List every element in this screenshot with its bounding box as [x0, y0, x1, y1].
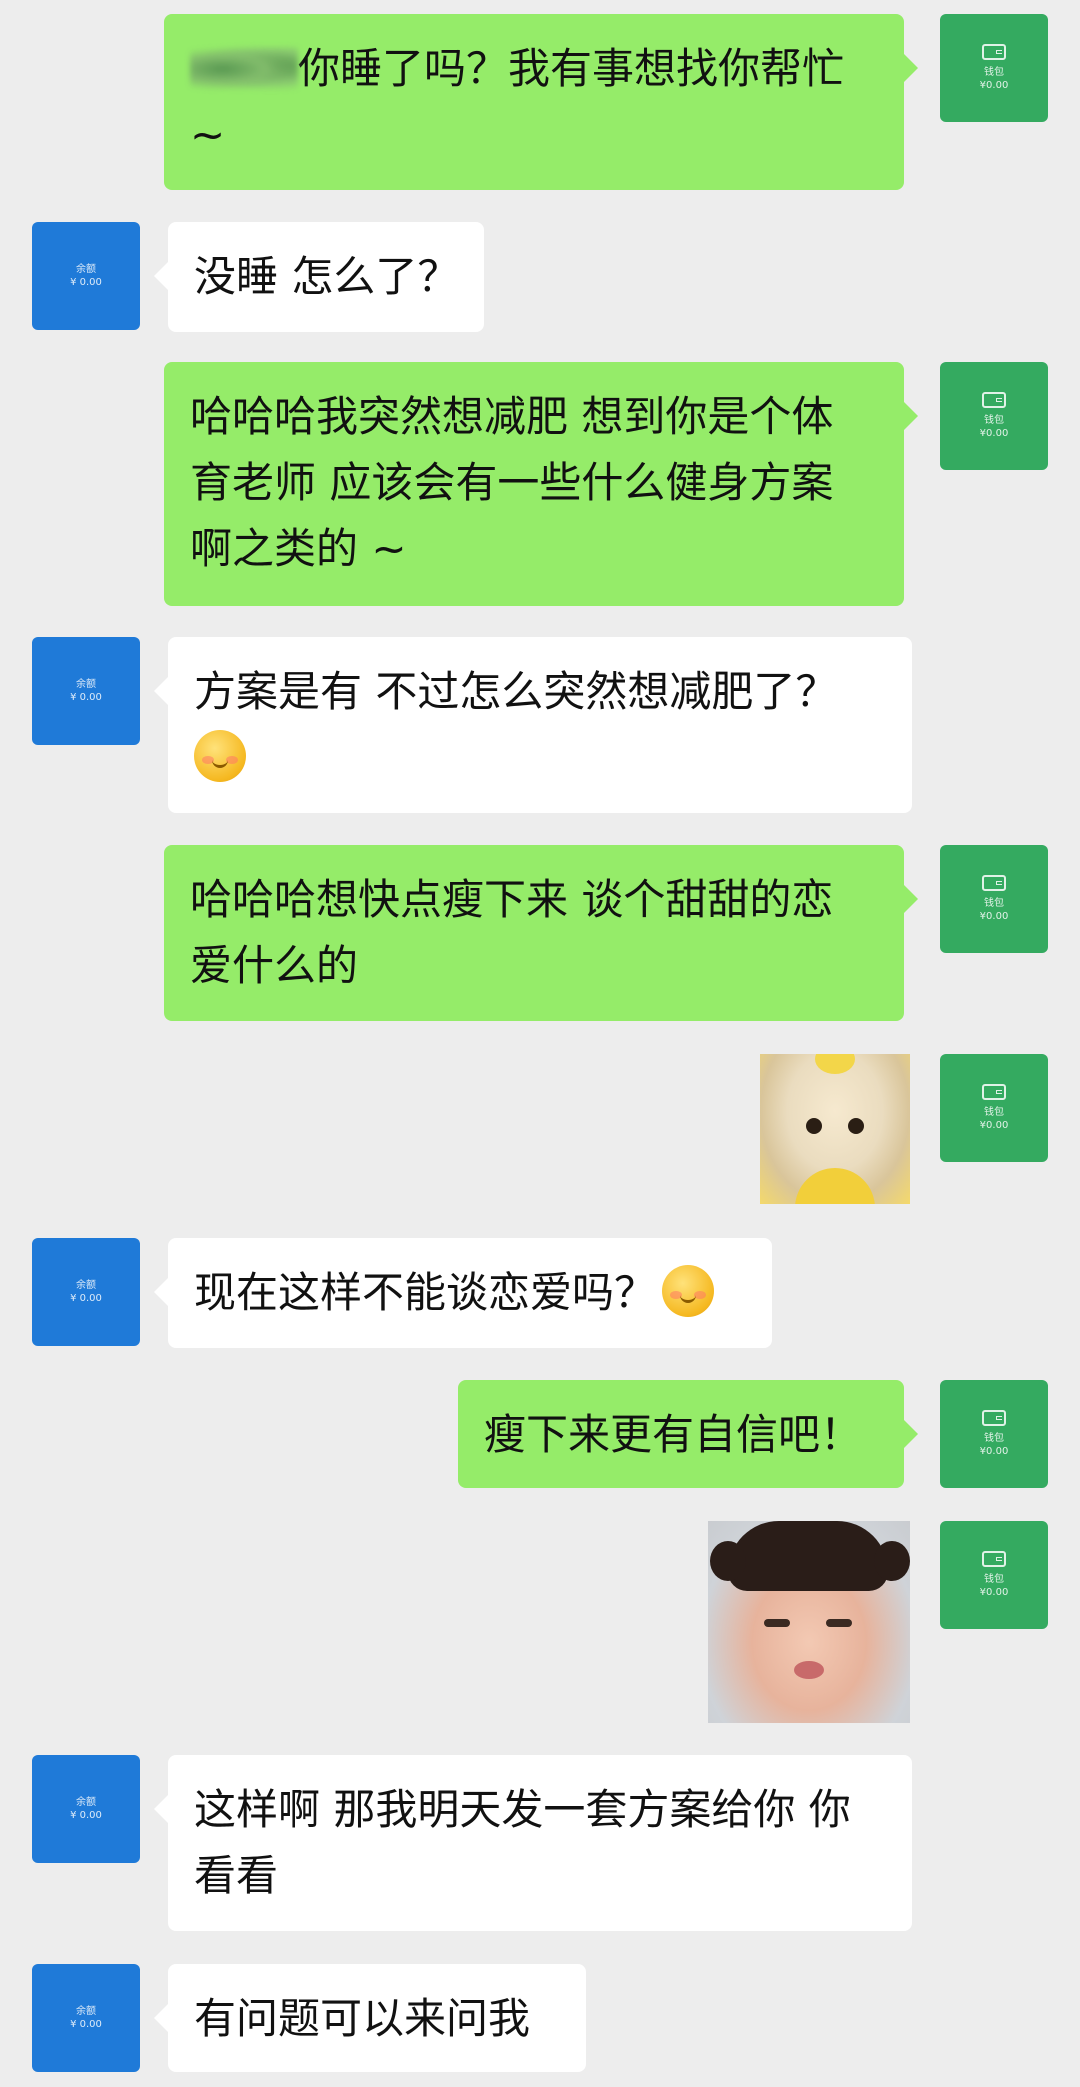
avatar-label: 余额: [76, 264, 96, 275]
message-bubble-friend[interactable]: 方案是有 不过怎么突然想减肥了？: [154, 637, 912, 813]
message-bubble-self[interactable]: 你睡了吗？我有事想找你帮忙 ~: [164, 14, 918, 190]
avatar-balance: ¥0.00: [979, 1587, 1009, 1598]
sticker-detail: [710, 1541, 746, 1581]
avatar-balance: ¥0.00: [979, 1446, 1009, 1457]
blushing-smile-emoji-icon: [194, 730, 246, 782]
message-text: 没睡 怎么了？: [194, 252, 460, 301]
self-avatar[interactable]: 钱包 ¥0.00: [940, 845, 1048, 953]
self-avatar[interactable]: 钱包 ¥0.00: [940, 1521, 1048, 1629]
avatar-balance: ¥ 0.00: [70, 2019, 102, 2030]
message-text: 哈哈哈想快点瘦下来 谈个甜甜的恋 爱什么的: [190, 875, 834, 990]
friend-avatar[interactable]: 余额 ¥ 0.00: [32, 637, 140, 745]
message-bubble-friend[interactable]: 没睡 怎么了？: [154, 222, 484, 332]
teletubby-sticker[interactable]: [760, 1054, 910, 1204]
friend-avatar[interactable]: 余额 ¥ 0.00: [32, 1238, 140, 1346]
self-avatar[interactable]: 钱包 ¥0.00: [940, 1380, 1048, 1488]
avatar-balance: ¥ 0.00: [70, 1810, 102, 1821]
avatar-label: 钱包: [984, 67, 1004, 78]
sticker-detail: [794, 1661, 824, 1679]
sticker-detail: [874, 1541, 910, 1581]
avatar-label: 钱包: [984, 1574, 1004, 1585]
blushing-smile-emoji-icon: [662, 1265, 715, 1317]
sticker-detail: [728, 1521, 888, 1591]
avatar-balance: ¥0.00: [979, 428, 1009, 439]
avatar-balance: ¥ 0.00: [70, 277, 102, 288]
message-text: 有问题可以来问我: [194, 1994, 531, 2043]
message-bubble-friend[interactable]: 有问题可以来问我: [154, 1964, 586, 2072]
self-avatar[interactable]: 钱包 ¥0.00: [940, 1054, 1048, 1162]
wallet-icon: [982, 392, 1006, 408]
message-text: 这样啊 那我明天发一套方案给你 你 看看: [194, 1785, 851, 1900]
message-bubble-friend[interactable]: 现在这样不能谈恋爱吗？: [154, 1238, 772, 1348]
avatar-balance: ¥0.00: [979, 911, 1009, 922]
wallet-icon: [982, 875, 1006, 891]
avatar-label: 余额: [76, 679, 96, 690]
avatar-label: 钱包: [984, 1433, 1004, 1444]
avatar-label: 钱包: [984, 1107, 1004, 1118]
message-text: 现在这样不能谈恋爱吗？: [194, 1268, 657, 1317]
message-bubble-self[interactable]: 哈哈哈想快点瘦下来 谈个甜甜的恋 爱什么的: [164, 845, 918, 1021]
sticker-detail: [815, 1054, 855, 1074]
avatar-label: 余额: [76, 1797, 96, 1808]
sticker-detail: [826, 1619, 852, 1627]
friend-avatar[interactable]: 余额 ¥ 0.00: [32, 1964, 140, 2072]
avatar-balance: ¥0.00: [979, 1120, 1009, 1131]
avatar-balance: ¥ 0.00: [70, 692, 102, 703]
self-avatar[interactable]: 钱包 ¥0.00: [940, 14, 1048, 122]
message-bubble-self[interactable]: 哈哈哈我突然想减肥 想到你是个体 育老师 应该会有一些什么健身方案 啊之类的 ~: [164, 362, 918, 606]
message-bubble-self[interactable]: 瘦下来更有自信吧！: [458, 1380, 918, 1488]
message-bubble-friend[interactable]: 这样啊 那我明天发一套方案给你 你 看看: [154, 1755, 912, 1931]
avatar-label: 余额: [76, 1280, 96, 1291]
avatar-balance: ¥ 0.00: [70, 1293, 102, 1304]
message-text: 瘦下来更有自信吧！: [484, 1410, 863, 1459]
avatar-balance: ¥0.00: [979, 80, 1009, 91]
wallet-icon: [982, 1551, 1006, 1567]
sticker-detail: [795, 1168, 875, 1204]
blurred-name: [190, 47, 298, 91]
wallet-icon: [982, 44, 1006, 60]
wallet-icon: [982, 1410, 1006, 1426]
sticker-detail: [764, 1619, 790, 1627]
wallet-icon: [982, 1084, 1006, 1100]
sticker-detail: [848, 1118, 864, 1134]
self-avatar[interactable]: 钱包 ¥0.00: [940, 362, 1048, 470]
avatar-label: 钱包: [984, 898, 1004, 909]
pouting-baby-sticker[interactable]: [708, 1521, 910, 1723]
friend-avatar[interactable]: 余额 ¥ 0.00: [32, 1755, 140, 1863]
friend-avatar[interactable]: 余额 ¥ 0.00: [32, 222, 140, 330]
avatar-label: 钱包: [984, 415, 1004, 426]
sticker-detail: [806, 1118, 822, 1134]
avatar-label: 余额: [76, 2006, 96, 2017]
message-text: 方案是有 不过怎么突然想减肥了？: [194, 667, 838, 716]
message-text: 哈哈哈我突然想减肥 想到你是个体 育老师 应该会有一些什么健身方案 啊之类的 ~: [190, 392, 834, 573]
